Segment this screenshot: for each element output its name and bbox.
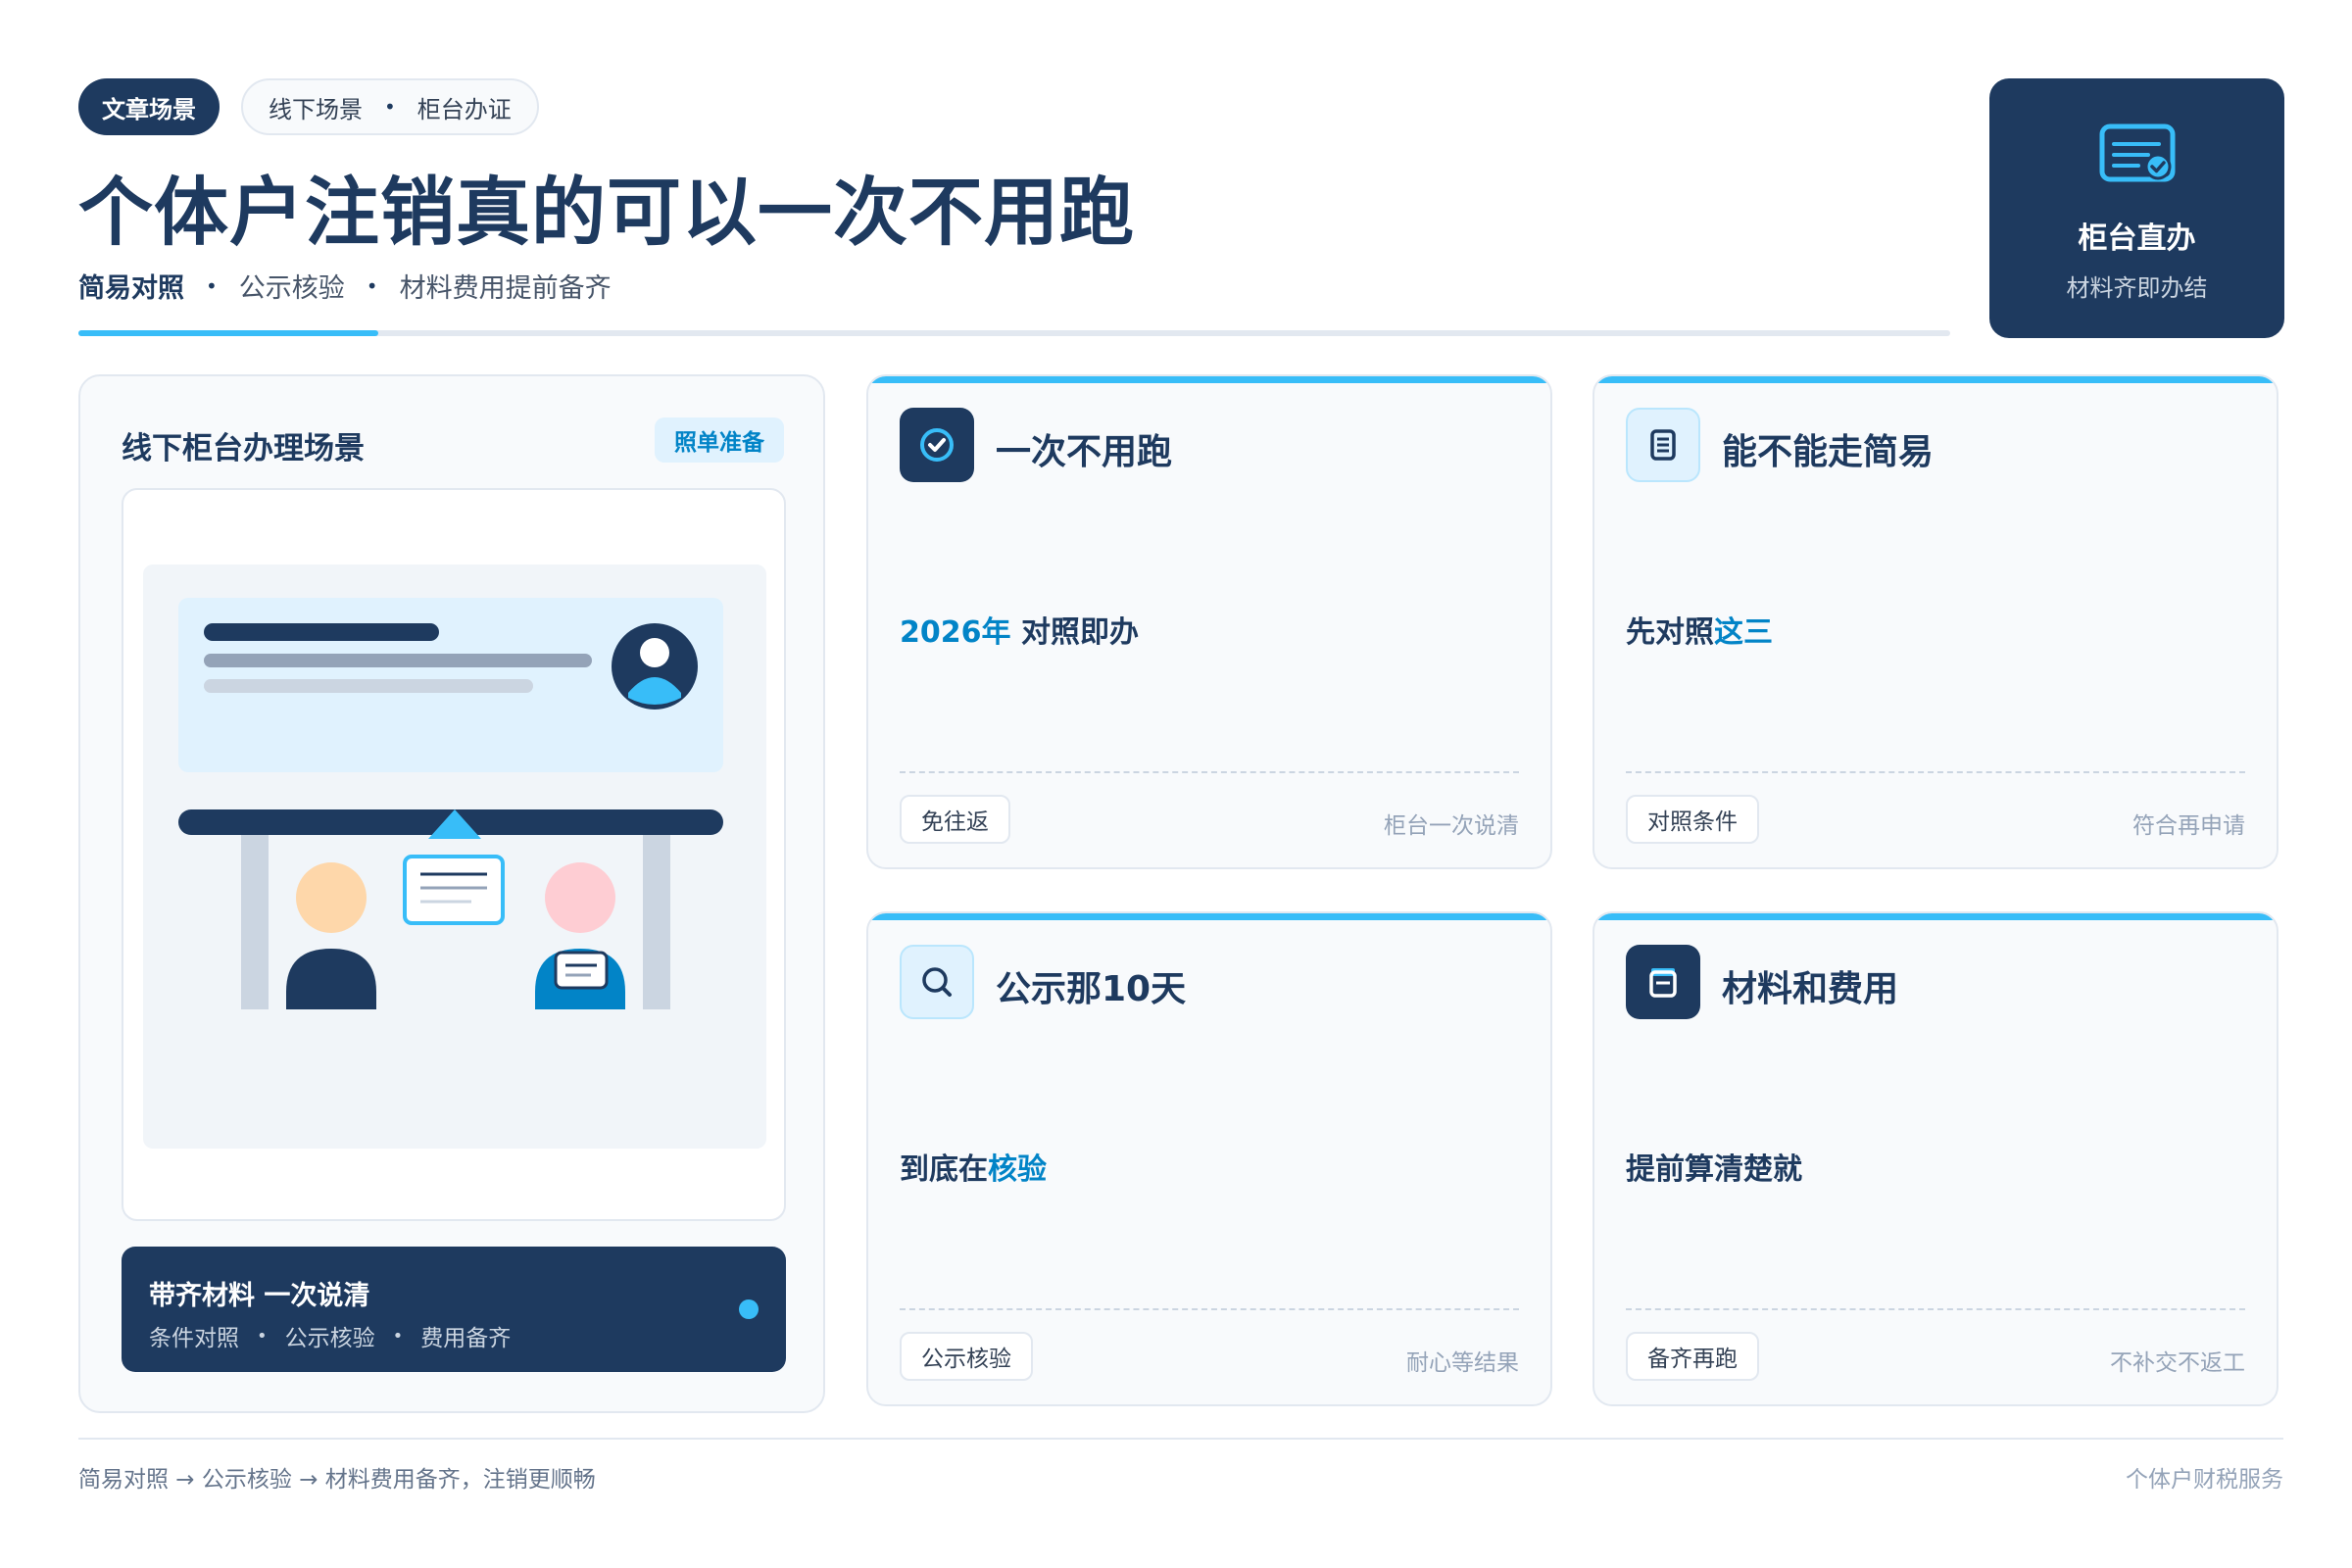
card-chip: 公示核验 xyxy=(900,1332,1033,1381)
scene-bar-separator: • xyxy=(257,1325,268,1347)
id-card-line xyxy=(204,679,533,693)
info-card-one-trip: 一次不用跑 2026年 对照即办 免往返 柜台一次说清 xyxy=(866,374,1552,869)
counter-post xyxy=(643,835,670,1009)
card-note: 柜台一次说清 xyxy=(1384,813,1519,839)
applicant-body xyxy=(286,949,376,1009)
badge-title: 柜台直办 xyxy=(2078,221,2196,256)
id-card-line xyxy=(204,623,439,641)
check-circle-icon xyxy=(920,428,954,462)
card-body-text: 到底在 xyxy=(900,1152,988,1187)
page-title: 个体户注销真的可以一次不用跑 xyxy=(78,169,1135,256)
info-card-materials-fees: 材料和费用 提前算清楚就 备齐再跑 不补交不返工 xyxy=(1592,911,2278,1406)
scene-illustration-frame xyxy=(122,488,786,1221)
certificate-check-icon xyxy=(2099,123,2175,182)
card-note: 不补交不返工 xyxy=(2110,1350,2245,1376)
scene-bar-item: 公示核验 xyxy=(284,1326,375,1351)
card-title: 材料和费用 xyxy=(1722,969,1899,1009)
card-body-text: 先对照 xyxy=(1626,615,1714,650)
card-chip: 免往返 xyxy=(900,795,1010,844)
card-icon-box xyxy=(900,945,974,1019)
subtitle-item: 公示核验 xyxy=(238,273,345,304)
tag-item: 线下场景 xyxy=(269,95,363,123)
card-note: 耐心等结果 xyxy=(1406,1350,1519,1376)
card-divider xyxy=(900,1308,1519,1310)
card-body: 提前算清楚就 xyxy=(1626,1145,1802,1188)
wallet-icon xyxy=(1649,968,1677,998)
card-body-highlight: 核验 xyxy=(988,1152,1047,1187)
scene-detail-tag: 线下场景 • 柜台办证 xyxy=(241,78,539,135)
card-title: 公示那10天 xyxy=(996,969,1187,1009)
document-icon xyxy=(1650,429,1676,461)
scene-summary-bar: 带齐材料 一次说清 条件对照 • 公示核验 • 费用备齐 xyxy=(122,1247,786,1372)
badge-subtitle: 材料齐即办结 xyxy=(2066,274,2208,302)
search-icon xyxy=(922,967,952,997)
progress-fill xyxy=(78,330,378,336)
card-note: 符合再申请 xyxy=(2132,813,2245,839)
footer-flow-text: 简易对照 → 公示核验 → 材料费用备齐，注销更顺畅 xyxy=(78,1467,596,1493)
card-body-highlight: 这三 xyxy=(1714,615,1773,650)
footer-divider xyxy=(78,1438,2283,1440)
tag-item: 柜台办证 xyxy=(416,95,512,123)
card-body: 2026年 对照即办 xyxy=(900,608,1139,651)
progress-bar xyxy=(78,330,1950,336)
card-chip: 备齐再跑 xyxy=(1626,1332,1759,1381)
card-icon-box xyxy=(900,408,974,482)
footer-brand: 个体户财税服务 xyxy=(2126,1467,2283,1493)
document-icon xyxy=(403,855,505,925)
subtitle: 简易对照 • 公示核验 • 材料费用提前备齐 xyxy=(78,267,612,305)
card-chip: 对照条件 xyxy=(1626,795,1759,844)
card-body-text: 提前算清楚就 xyxy=(1626,1152,1802,1187)
tag-row: 文章场景 线下场景 • 柜台办证 xyxy=(78,78,539,135)
card-title: 能不能走简易 xyxy=(1722,432,1935,472)
scene-bar-items: 条件对照 • 公示核验 • 费用备齐 xyxy=(149,1319,511,1352)
card-title: 一次不用跑 xyxy=(996,432,1173,472)
badge-card: 柜台直办 材料齐即办结 xyxy=(1989,78,2284,338)
scene-title: 线下柜台办理场景 xyxy=(122,431,365,466)
clerk-tablet xyxy=(554,951,609,990)
card-accent-line xyxy=(1594,376,2277,383)
card-divider xyxy=(900,771,1519,773)
id-card-line xyxy=(204,654,592,667)
subtitle-separator: • xyxy=(366,273,378,298)
tag-separator: • xyxy=(384,95,396,119)
scene-bar-item: 条件对照 xyxy=(149,1326,239,1351)
card-divider xyxy=(1626,1308,2245,1310)
card-body: 先对照这三 xyxy=(1626,608,1773,651)
clerk-head xyxy=(545,862,615,933)
card-accent-line xyxy=(868,913,1550,920)
scene-panel: 线下柜台办理场景 照单准备 带齐材料 一次说清 条件对照 • 公示核验 • 费用… xyxy=(78,374,825,1413)
info-card-simple-procedure: 能不能走简易 先对照这三 对照条件 符合再申请 xyxy=(1592,374,2278,869)
subtitle-separator: • xyxy=(206,273,218,298)
card-accent-line xyxy=(868,376,1550,383)
card-icon-box xyxy=(1626,408,1700,482)
card-body: 到底在核验 xyxy=(900,1145,1047,1188)
scene-chip: 照单准备 xyxy=(655,417,784,463)
card-body-highlight: 2026年 xyxy=(900,615,1011,650)
scene-bar-separator: • xyxy=(392,1325,404,1347)
counter-post xyxy=(241,835,269,1009)
subtitle-item: 材料费用提前备齐 xyxy=(399,273,612,304)
counter-scene-illustration xyxy=(143,564,766,1149)
scene-bar-title: 带齐材料 一次说清 xyxy=(149,1281,370,1311)
card-divider xyxy=(1626,771,2245,773)
status-dot xyxy=(739,1299,759,1319)
scene-bar-item: 费用备齐 xyxy=(420,1326,512,1351)
card-icon-box xyxy=(1626,945,1700,1019)
scene-type-tag: 文章场景 xyxy=(78,78,220,135)
subtitle-item: 简易对照 xyxy=(78,273,184,304)
card-body-text: 对照即办 xyxy=(1010,615,1139,650)
info-card-publicity: 公示那10天 到底在核验 公示核验 耐心等结果 xyxy=(866,911,1552,1406)
applicant-head xyxy=(296,862,367,933)
card-accent-line xyxy=(1594,913,2277,920)
